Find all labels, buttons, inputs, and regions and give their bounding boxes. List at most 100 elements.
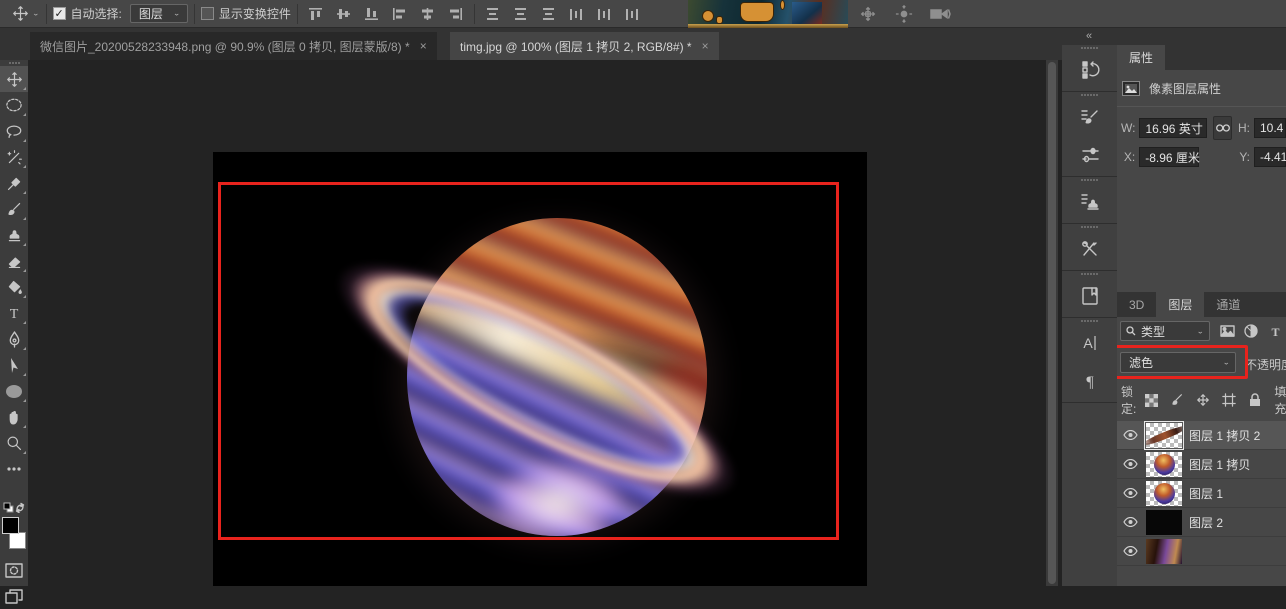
elliptical-marquee-tool[interactable]: [0, 92, 28, 118]
lock-paint-icon[interactable]: [1168, 391, 1186, 409]
layer-filter-dropdown[interactable]: 类型 ⌄: [1120, 321, 1210, 341]
3d-camera-icon[interactable]: [928, 3, 952, 25]
paint-bucket-tool[interactable]: [0, 274, 28, 300]
document-tab[interactable]: 微信图片_20200528233948.png @ 90.9% (图层 0 拷贝…: [30, 32, 437, 60]
tab-图层[interactable]: 图层: [1156, 292, 1204, 317]
layer-name[interactable]: 图层 1 拷贝: [1189, 456, 1250, 473]
tab-properties[interactable]: 属性: [1117, 45, 1165, 70]
more-options[interactable]: [0, 456, 28, 482]
foreground-color-swatch[interactable]: [2, 517, 19, 534]
distribute-horizontal-center-icon[interactable]: [593, 3, 617, 25]
y-field[interactable]: -4.41: [1254, 147, 1286, 167]
layer-thumbnail[interactable]: [1146, 481, 1182, 506]
align-bottom-icon[interactable]: [360, 3, 384, 25]
ellipse-shape-tool[interactable]: [0, 378, 28, 404]
layer-name[interactable]: 图层 2: [1189, 514, 1223, 531]
layer-name[interactable]: 图层 1: [1189, 485, 1223, 502]
brushes-panel-button[interactable]: [1062, 136, 1117, 174]
layer-row[interactable]: [1117, 537, 1286, 566]
quick-mask-button[interactable]: [0, 557, 28, 583]
visibility-eye-icon[interactable]: [1121, 458, 1139, 470]
divider: [194, 4, 195, 24]
move-icon[interactable]: [8, 3, 32, 25]
collapsed-panels-dock: A¶: [1062, 45, 1117, 586]
target-layer-dropdown[interactable]: 图层 ⌄: [130, 4, 188, 23]
clone-source-panel-button[interactable]: [1062, 183, 1117, 221]
auto-select-checkbox[interactable]: ✓: [53, 7, 66, 20]
history-panel-button[interactable]: [1062, 51, 1117, 89]
pixel-filter-icon[interactable]: [1218, 322, 1236, 340]
collapse-panels-icon[interactable]: «: [1086, 30, 1091, 42]
background-color-swatch[interactable]: [9, 532, 26, 549]
options-bar: ⌄ ✓ 自动选择: 图层 ⌄ 显示变换控件: [0, 0, 1286, 28]
lasso-tool[interactable]: [0, 118, 28, 144]
align-vertical-center-icon[interactable]: [332, 3, 356, 25]
align-horizontal-center-icon[interactable]: [416, 3, 440, 25]
layer-row[interactable]: 图层 1: [1117, 479, 1286, 508]
vertical-scrollbar[interactable]: [1046, 60, 1058, 586]
type-tool[interactable]: T: [0, 300, 28, 326]
layer-thumbnail[interactable]: [1146, 452, 1182, 477]
character-panel-button[interactable]: A: [1062, 324, 1117, 362]
layer-row[interactable]: 图层 2: [1117, 508, 1286, 537]
visibility-eye-icon[interactable]: [1121, 429, 1139, 441]
show-transform-checkbox[interactable]: [201, 7, 214, 20]
tab-3D[interactable]: 3D: [1117, 293, 1156, 318]
brush-settings-panel-button[interactable]: [1062, 98, 1117, 136]
align-right-icon[interactable]: [444, 3, 468, 25]
distribute-vertical-center-icon[interactable]: [509, 3, 533, 25]
layer-row[interactable]: 图层 1 拷贝: [1117, 450, 1286, 479]
height-field[interactable]: 10.4: [1254, 118, 1286, 138]
distribute-top-icon[interactable]: [481, 3, 505, 25]
swap-colors-icon[interactable]: [14, 502, 26, 513]
lock-transparent-icon[interactable]: [1142, 391, 1160, 409]
layer-thumbnail[interactable]: [1146, 510, 1182, 535]
more-tools[interactable]: [0, 482, 28, 500]
distribute-right-icon[interactable]: [621, 3, 645, 25]
adjustment-filter-icon[interactable]: [1242, 322, 1260, 340]
pen-tool[interactable]: [0, 326, 28, 352]
width-field[interactable]: 16.96 英寸: [1139, 118, 1207, 138]
document-tab[interactable]: timg.jpg @ 100% (图层 1 拷贝 2, RGB/8#) * ×: [450, 32, 719, 60]
canvas-workspace[interactable]: [28, 60, 1062, 586]
lock-all-icon[interactable]: [1246, 391, 1264, 409]
type-filter-icon[interactable]: T: [1266, 322, 1284, 340]
layer-row[interactable]: 图层 1 拷贝 2: [1117, 421, 1286, 450]
tab-通道[interactable]: 通道: [1204, 292, 1252, 317]
clone-stamp-tool[interactable]: [0, 222, 28, 248]
visibility-eye-icon[interactable]: [1121, 545, 1139, 557]
close-icon[interactable]: ×: [420, 39, 427, 53]
default-colors-icon[interactable]: [3, 502, 14, 513]
paragraph-panel-button[interactable]: ¶: [1062, 362, 1117, 400]
lock-move-icon[interactable]: [1194, 391, 1212, 409]
close-icon[interactable]: ×: [702, 39, 709, 53]
align-top-icon[interactable]: [304, 3, 328, 25]
zoom-tool[interactable]: [0, 430, 28, 456]
libraries-panel-button[interactable]: [1062, 277, 1117, 315]
tool-presets-panel-button[interactable]: [1062, 230, 1117, 268]
layer-thumbnail[interactable]: [1146, 539, 1182, 564]
magic-wand-tool[interactable]: [0, 144, 28, 170]
3d-orbit-icon[interactable]: [892, 3, 916, 25]
visibility-eye-icon[interactable]: [1121, 487, 1139, 499]
distribute-left-icon[interactable]: [565, 3, 589, 25]
distribute-bottom-icon[interactable]: [537, 3, 561, 25]
move-tool[interactable]: [0, 66, 28, 92]
x-field[interactable]: -8.96 厘米: [1139, 147, 1199, 167]
tool-preset-chevron-icon[interactable]: ⌄: [32, 9, 40, 18]
eraser-tool[interactable]: [0, 248, 28, 274]
screen-mode-button[interactable]: [0, 583, 28, 609]
eyedropper-tool[interactable]: [0, 170, 28, 196]
3d-pan-icon[interactable]: [856, 3, 880, 25]
blend-mode-dropdown[interactable]: 滤色 ⌄: [1120, 352, 1236, 373]
document-image[interactable]: [213, 152, 867, 586]
align-left-icon[interactable]: [388, 3, 412, 25]
link-icon[interactable]: [1213, 116, 1232, 140]
path-select-tool[interactable]: [0, 352, 28, 378]
lock-artboard-icon[interactable]: [1220, 391, 1238, 409]
visibility-eye-icon[interactable]: [1121, 516, 1139, 528]
brush-tool[interactable]: [0, 196, 28, 222]
layer-thumbnail[interactable]: [1146, 423, 1182, 448]
hand-tool[interactable]: [0, 404, 28, 430]
layer-name[interactable]: 图层 1 拷贝 2: [1189, 427, 1260, 444]
